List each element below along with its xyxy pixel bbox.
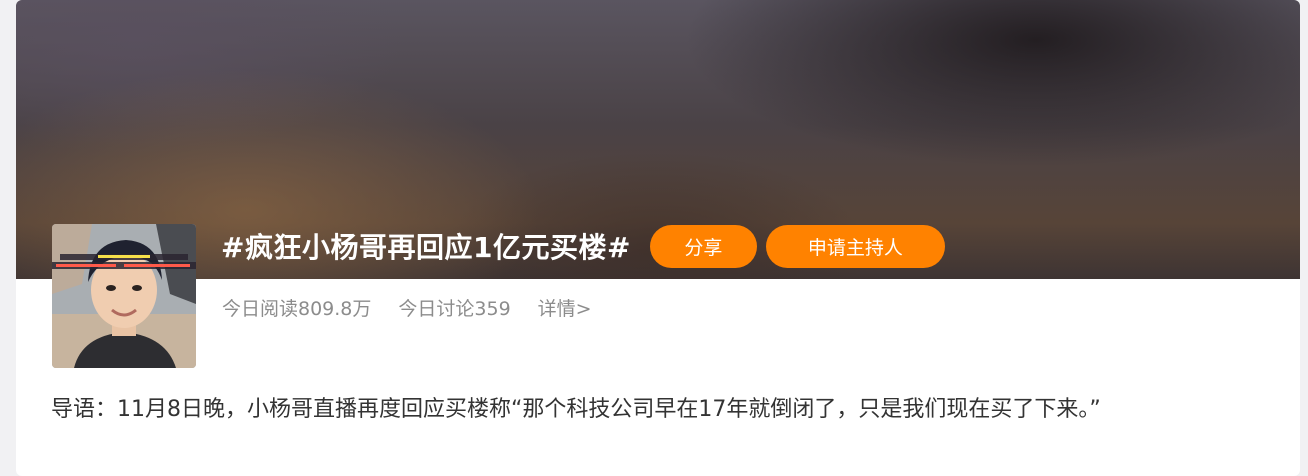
topic-title-row: #疯狂小杨哥再回应1亿元买楼# 分享 申请主持人 — [221, 223, 945, 269]
topic-title: #疯狂小杨哥再回应1亿元买楼# — [221, 231, 631, 264]
topic-intro: 导语：11月8日晚，小杨哥直播再度回应买楼称“那个科技公司早在17年就倒闭了，只… — [51, 397, 1101, 422]
today-reads: 今日阅读809.8万 — [222, 297, 372, 320]
avatar-photo — [52, 224, 196, 368]
share-button[interactable]: 分享 — [649, 224, 757, 268]
apply-host-button[interactable]: 申请主持人 — [765, 224, 945, 268]
topic-avatar[interactable] — [52, 224, 196, 368]
topic-stats: 今日阅读809.8万 今日讨论359 详情> — [222, 293, 592, 321]
topic-card: #疯狂小杨哥再回应1亿元买楼# 分享 申请主持人 今日阅读809.8万 今日讨论… — [16, 0, 1300, 476]
today-discussions: 今日讨论359 — [398, 297, 511, 320]
details-link[interactable]: 详情> — [538, 294, 592, 321]
